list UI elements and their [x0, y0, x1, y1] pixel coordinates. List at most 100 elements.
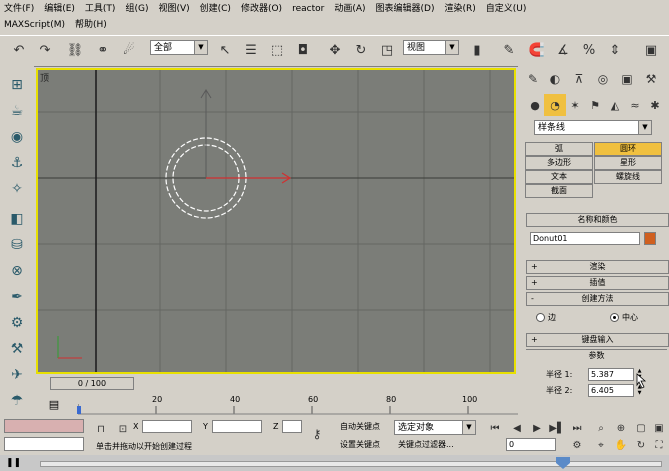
y-coord-input[interactable] — [212, 420, 262, 433]
set-key-button[interactable]: 设置关键点 — [340, 438, 380, 451]
select-link-icon[interactable]: ⛓ — [64, 39, 86, 61]
utilities-tab-icon[interactable]: ⚒ — [640, 68, 662, 90]
radius1-input[interactable]: 5.387 — [588, 368, 634, 381]
rect-selection-icon[interactable]: ⬚ — [266, 39, 288, 61]
menu-tools[interactable]: 工具(T) — [85, 1, 116, 17]
snap-toggle-icon[interactable]: 🧲 — [526, 39, 548, 61]
menu-customize[interactable]: 自定义(U) — [486, 1, 527, 17]
time-slider[interactable]: 0 / 100 — [50, 377, 134, 390]
menu-group[interactable]: 组(G) — [125, 1, 148, 17]
maximize-viewport-icon[interactable]: ⛶ — [648, 434, 669, 456]
create-objects-icon[interactable]: ⊞ — [6, 74, 28, 96]
pivot-center-icon[interactable]: ▮ — [466, 39, 488, 61]
spacewarps-category-icon[interactable]: ≈ — [624, 94, 646, 116]
angle-snap-icon[interactable]: ∡ — [552, 39, 574, 61]
modifiers-icon[interactable]: ⚒ — [6, 338, 28, 360]
object-type-donut-button[interactable]: 圆环 — [594, 142, 662, 156]
undo-icon[interactable]: ↶ — [8, 39, 30, 61]
menu-file[interactable]: 文件(F) — [4, 1, 34, 17]
pan-icon[interactable]: ✋ — [610, 434, 632, 456]
shapes-icon[interactable]: ☕ — [6, 100, 28, 122]
shapes-category-icon[interactable]: ◔ — [544, 94, 566, 116]
motion-tab-icon[interactable]: ◎ — [592, 68, 614, 90]
lights-category-icon[interactable]: ✶ — [564, 94, 586, 116]
object-type-ngon-button[interactable]: 多边形 — [525, 156, 593, 170]
unlink-icon[interactable]: ⚭ — [92, 39, 114, 61]
time-config-icon[interactable]: ⚙ — [566, 434, 588, 456]
key-icon[interactable]: ⚷ — [306, 423, 328, 445]
next-frame-icon[interactable]: ▶▌ — [546, 417, 568, 439]
modify-tab-icon[interactable]: ◐ — [544, 68, 566, 90]
display-tab-icon[interactable]: ▣ — [616, 68, 638, 90]
play-icon[interactable]: ▶ — [526, 417, 548, 439]
window-crossing-icon[interactable]: ◘ — [292, 39, 314, 61]
key-selection-dropdown[interactable]: 选定对象 ▼ — [394, 420, 476, 435]
cameras-category-icon[interactable]: ⚑ — [584, 94, 606, 116]
object-type-text-button[interactable]: 文本 — [525, 170, 593, 184]
key-filters-button[interactable]: 关键点过滤器... — [398, 438, 454, 451]
z-coord-input[interactable] — [282, 420, 302, 433]
maxscript-input[interactable] — [4, 437, 84, 451]
fov-icon[interactable]: ⌖ — [590, 434, 612, 456]
menu-graph-editors[interactable]: 图表编辑器(D) — [376, 1, 435, 17]
menu-edit[interactable]: 编辑(E) — [44, 1, 75, 17]
video-progress-bar[interactable]: ❚❚ — [0, 455, 669, 471]
object-type-helix-button[interactable]: 螺旋线 — [594, 170, 662, 184]
keyboard-entry-rollout-header[interactable]: + 键盘输入 — [526, 333, 669, 347]
interpolation-rollout-header[interactable]: + 插值 — [526, 276, 669, 290]
selection-filter-dropdown[interactable]: 全部 ▼ — [150, 40, 208, 55]
pause-icon[interactable]: ❚❚ — [6, 458, 21, 468]
object-name-input[interactable]: Donut01 — [530, 232, 640, 245]
menu-animation[interactable]: 动画(A) — [334, 1, 365, 17]
percent-snap-icon[interactable]: % — [578, 39, 600, 61]
maxscript-listener[interactable] — [4, 419, 84, 433]
object-type-star-button[interactable]: 星形 — [594, 156, 662, 170]
redo-icon[interactable]: ↷ — [34, 39, 56, 61]
patch-grids-icon[interactable]: ⊗ — [6, 260, 28, 282]
scale-icon[interactable]: ◳ — [376, 39, 398, 61]
menu-create[interactable]: 创建(C) — [200, 1, 231, 17]
transform-gizmo[interactable] — [38, 70, 514, 372]
parameters-rollout-header[interactable]: 参数 — [526, 349, 667, 362]
track-bar[interactable]: 20 40 60 80 100 — [77, 394, 518, 416]
helpers-icon[interactable]: ✧ — [6, 178, 28, 200]
create-tab-icon[interactable]: ✎ — [522, 68, 544, 90]
lights-icon[interactable]: ◉ — [6, 126, 28, 148]
cameras-icon[interactable]: ⚓ — [6, 152, 28, 174]
bind-space-warp-icon[interactable]: ☄ — [118, 39, 140, 61]
reactor-icon[interactable]: ☂ — [6, 390, 28, 412]
prev-frame-icon[interactable]: ◀ — [506, 417, 528, 439]
select-object-icon[interactable]: ↖ — [214, 39, 236, 61]
select-manipulate-icon[interactable]: ✎ — [498, 39, 520, 61]
creation-method-rollout-header[interactable]: - 创建方法 — [526, 292, 669, 306]
cloth-icon[interactable]: ✈ — [6, 364, 28, 386]
nurbs-icon[interactable]: ✒ — [6, 286, 28, 308]
goto-start-icon[interactable]: ⏮ — [484, 417, 506, 439]
radius2-input[interactable]: 6.405 — [588, 384, 634, 397]
x-coord-input[interactable] — [142, 420, 192, 433]
reference-coord-dropdown[interactable]: 视图 ▼ — [403, 40, 459, 55]
progress-thumb[interactable] — [556, 457, 570, 469]
menu-help[interactable]: 帮助(H) — [75, 17, 107, 33]
named-selection-icon[interactable]: ▣ — [640, 39, 662, 61]
hierarchy-tab-icon[interactable]: ⊼ — [568, 68, 590, 90]
object-type-arc-button[interactable]: 弧 — [525, 142, 593, 156]
edge-radio[interactable]: 边 — [536, 312, 556, 323]
dynamics-icon[interactable]: ⚙ — [6, 312, 28, 334]
current-frame-input[interactable]: 0 — [506, 438, 556, 451]
name-color-rollout-header[interactable]: 名称和颜色 — [526, 213, 669, 227]
menu-rendering[interactable]: 渲染(R) — [444, 1, 475, 17]
menu-views[interactable]: 视图(V) — [158, 1, 189, 17]
systems-category-icon[interactable]: ✱ — [644, 94, 666, 116]
geometry-icon[interactable]: ● — [524, 94, 546, 116]
move-icon[interactable]: ✥ — [324, 39, 346, 61]
compounds-icon[interactable]: ◧ — [6, 208, 28, 230]
select-by-name-icon[interactable]: ☰ — [240, 39, 262, 61]
menu-modifiers[interactable]: 修改器(O) — [241, 1, 282, 17]
spinner-snap-icon[interactable]: ⇕ — [604, 39, 626, 61]
object-color-swatch[interactable] — [644, 232, 656, 245]
particles-icon[interactable]: ⛁ — [6, 234, 28, 256]
render-rollout-header[interactable]: + 渲染 — [526, 260, 669, 274]
center-radio[interactable]: 中心 — [610, 312, 638, 323]
auto-key-button[interactable]: 自动关键点 — [340, 420, 380, 433]
